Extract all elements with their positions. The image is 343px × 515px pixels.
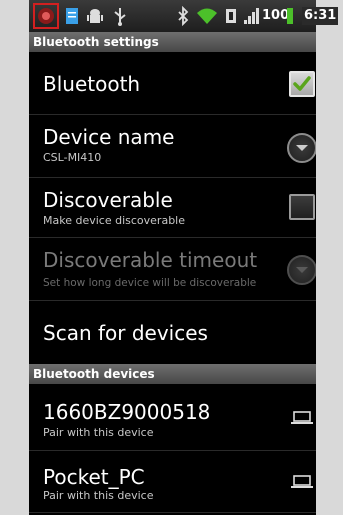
device-name: Pocket_PC (43, 465, 145, 489)
device-name-dropdown[interactable] (287, 133, 316, 163)
device-name-row[interactable]: Device name CSL-MI410 (29, 115, 316, 177)
discoverable-timeout-title: Discoverable timeout (43, 248, 258, 272)
scan-for-devices-title: Scan for devices (43, 321, 208, 345)
android-debug-icon (87, 9, 103, 23)
chevron-down-icon (296, 267, 308, 273)
status-bar: 100 6:31 (29, 0, 316, 32)
document-icon (66, 8, 78, 24)
bluetooth-devices-header: Bluetooth devices (29, 364, 316, 384)
laptop-icon (291, 475, 313, 488)
discoverable-checkbox[interactable] (289, 194, 315, 220)
status-clock: 6:31 (302, 7, 339, 25)
nfc-icon (226, 9, 236, 23)
device-name: 1660BZ9000518 (43, 400, 211, 424)
scan-for-devices-row[interactable]: Scan for devices (29, 301, 316, 364)
divider (29, 512, 316, 513)
bluetooth-toggle-row[interactable]: Bluetooth (29, 52, 316, 114)
wifi-icon (197, 8, 217, 24)
discoverable-summary: Make device discoverable (43, 214, 185, 227)
bluetooth-settings-header: Bluetooth settings (29, 32, 316, 52)
chevron-down-icon (296, 145, 308, 151)
app-notification-icon[interactable] (33, 3, 59, 29)
phone-screen: 100 6:31 Bluetooth settings Bluetooth De… (29, 0, 316, 515)
laptop-icon (291, 411, 313, 424)
device-summary: Pair with this device (43, 489, 154, 502)
discoverable-row[interactable]: Discoverable Make device discoverable (29, 178, 316, 237)
device-name-value: CSL-MI410 (43, 151, 102, 164)
device-list-item[interactable]: 1660BZ9000518 Pair with this device (29, 384, 316, 446)
checkmark-icon (293, 76, 311, 91)
battery-level-text: 100 (262, 8, 290, 23)
discoverable-title: Discoverable (43, 188, 173, 212)
usb-icon (114, 8, 126, 26)
battery-icon (287, 8, 293, 24)
discoverable-timeout-summary: Set how long device will be discoverable (43, 277, 257, 289)
discoverable-timeout-dropdown (287, 255, 316, 285)
device-summary: Pair with this device (43, 426, 154, 439)
bluetooth-icon (178, 6, 189, 26)
bluetooth-title: Bluetooth (43, 72, 141, 96)
device-list-item[interactable]: Pocket_PC Pair with this device (29, 451, 316, 513)
signal-icon (244, 8, 259, 24)
discoverable-timeout-row: Discoverable timeout Set how long device… (29, 238, 316, 300)
device-name-title: Device name (43, 125, 175, 149)
bluetooth-checkbox[interactable] (289, 71, 315, 97)
